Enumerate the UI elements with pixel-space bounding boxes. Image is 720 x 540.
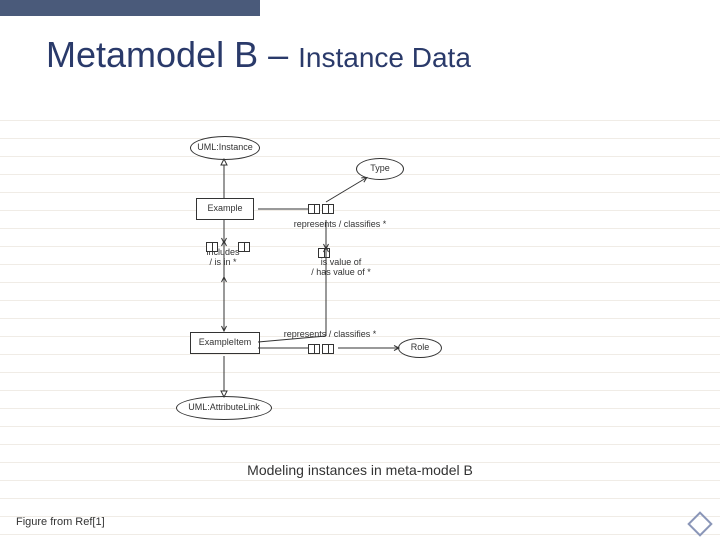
diagram-connectors <box>150 130 510 460</box>
slide-corner-ornament-icon <box>690 514 708 532</box>
slide-accent-bar <box>0 0 260 16</box>
slide-title: Metamodel B – Instance Data <box>46 34 471 76</box>
title-sub: Instance Data <box>298 42 471 73</box>
uml-diagram: UML:Instance Type Example represents / c… <box>150 130 510 460</box>
title-main: Metamodel B – <box>46 34 298 75</box>
figure-caption: Modeling instances in meta-model B <box>0 462 720 478</box>
figure-footnote: Figure from Ref[1] <box>16 516 105 528</box>
